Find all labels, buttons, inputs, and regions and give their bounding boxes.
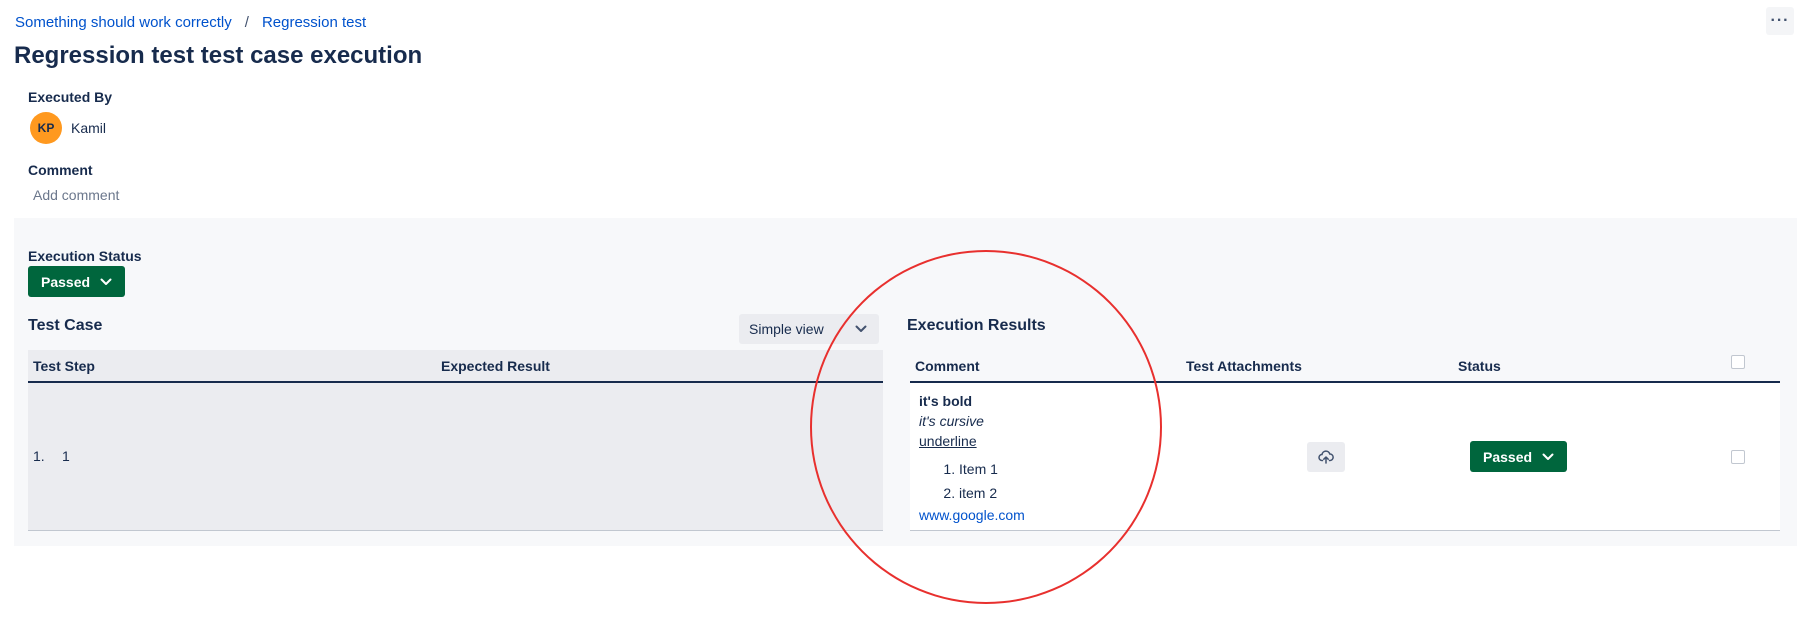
comment-label: Comment xyxy=(28,162,93,178)
executor: KP Kamil xyxy=(30,112,106,144)
column-header-status: Status xyxy=(1458,358,1501,374)
breadcrumb: Something should work correctly / Regres… xyxy=(15,14,366,31)
breadcrumb-item-project[interactable]: Something should work correctly xyxy=(15,14,232,31)
comment-bold-text: it's bold xyxy=(919,393,973,409)
column-header-expected-result: Expected Result xyxy=(441,358,550,374)
cloud-upload-icon xyxy=(1318,450,1334,464)
chevron-down-icon xyxy=(1542,453,1554,460)
breadcrumb-separator: / xyxy=(244,14,249,31)
step-number: 1. xyxy=(33,448,45,464)
step-status-dropdown[interactable]: Passed xyxy=(1470,441,1568,472)
more-actions-button[interactable]: ··· xyxy=(1766,7,1794,35)
execution-status-value: Passed xyxy=(41,273,91,290)
chevron-down-icon xyxy=(100,278,112,285)
row-checkbox[interactable] xyxy=(1731,450,1745,464)
more-icon: ··· xyxy=(1770,12,1790,29)
step-status-value: Passed xyxy=(1483,448,1533,465)
add-comment-input[interactable]: Add comment xyxy=(33,187,119,203)
execution-panel: Execution Status Passed Test Case Simple… xyxy=(14,218,1797,546)
comment-link[interactable]: www.google.com xyxy=(919,507,1025,523)
test-case-table: Test Step Expected Result 1. 1 xyxy=(28,350,883,531)
comment-italic-text: it's cursive xyxy=(919,413,984,429)
step-text: 1 xyxy=(62,448,70,464)
execution-status-label: Execution Status xyxy=(28,248,142,264)
table-header: Test Step Expected Result xyxy=(28,350,883,383)
list-item: Item 1 xyxy=(959,457,1025,481)
list-item: item 2 xyxy=(959,481,1025,505)
column-header-test-step: Test Step xyxy=(33,358,95,374)
column-header-test-attachments: Test Attachments xyxy=(1186,358,1302,374)
result-comment[interactable]: it's bold it's cursive underline Item 1 … xyxy=(919,391,1025,525)
view-mode-value: Simple view xyxy=(749,321,824,337)
table-row: it's bold it's cursive underline Item 1 … xyxy=(910,383,1780,531)
table-row: 1. 1 xyxy=(28,383,883,531)
comment-underline-text: underline xyxy=(919,433,977,449)
executor-name: Kamil xyxy=(71,120,107,136)
select-all-checkbox[interactable] xyxy=(1731,355,1745,369)
execution-results-title: Execution Results xyxy=(907,317,1046,334)
table-header: Comment Test Attachments Status xyxy=(910,350,1780,383)
executed-by-label: Executed By xyxy=(28,89,113,105)
breadcrumb-item-test-plan[interactable]: Regression test xyxy=(262,14,366,31)
execution-status-dropdown[interactable]: Passed xyxy=(28,266,126,297)
page-title: Regression test test case execution xyxy=(14,42,423,69)
column-header-comment: Comment xyxy=(915,358,980,374)
avatar: KP xyxy=(30,112,62,144)
view-mode-select[interactable]: Simple view xyxy=(739,314,879,344)
chevron-down-icon xyxy=(855,325,867,332)
execution-results-table: Comment Test Attachments Status it's bol… xyxy=(910,350,1780,531)
upload-attachment-button[interactable] xyxy=(1307,442,1345,472)
comment-list: Item 1 item 2 xyxy=(919,457,1025,505)
test-case-title: Test Case xyxy=(28,317,103,334)
